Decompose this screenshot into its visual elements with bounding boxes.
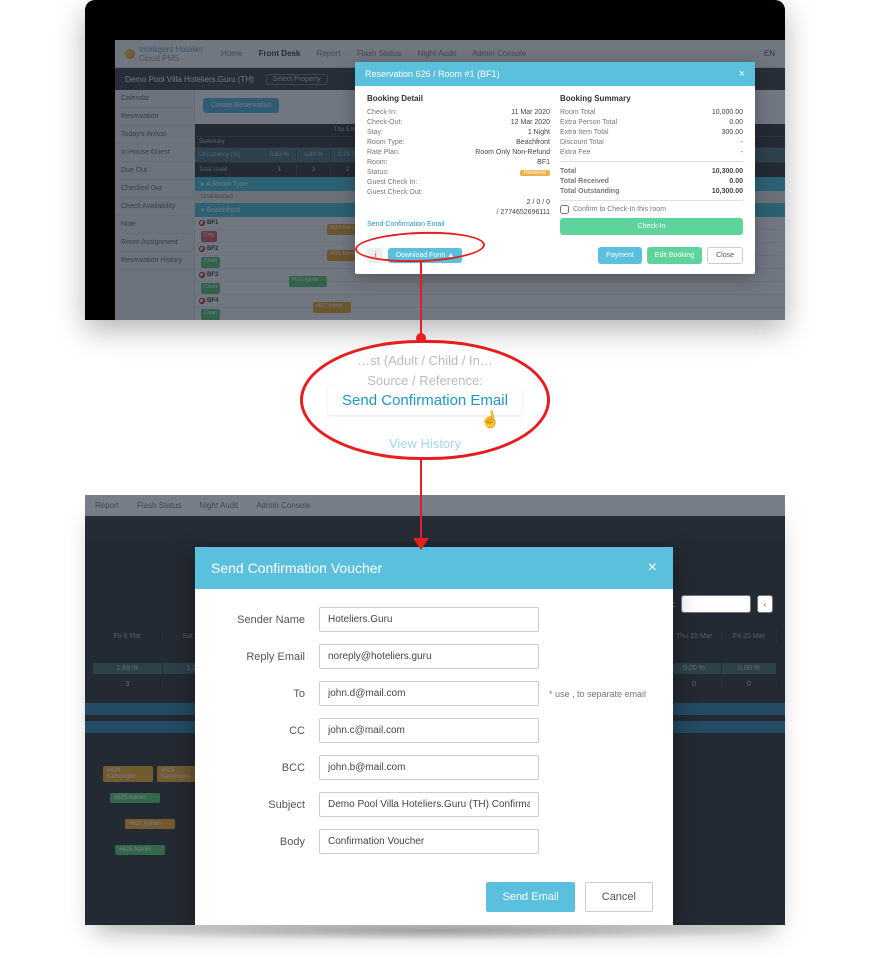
cc-input[interactable]	[319, 718, 539, 743]
separator-note: * use , to separate email	[549, 689, 646, 699]
cancel-button[interactable]: Cancel	[585, 882, 653, 912]
booking-summary-title: Booking Summary	[560, 94, 743, 103]
annotation-line	[420, 262, 422, 337]
top-screenshot-device: Intelligent Hotelier Cloud PMS Home Fron…	[85, 0, 785, 320]
edit-booking-button[interactable]: Edit Booking	[647, 247, 702, 264]
payment-button[interactable]: Payment	[598, 247, 642, 264]
date-nav: Date: ‹	[656, 595, 773, 613]
close-button[interactable]: Close	[707, 247, 743, 264]
body-label: Body	[219, 836, 319, 848]
close-icon[interactable]: ×	[739, 68, 745, 80]
close-icon[interactable]: ×	[648, 559, 657, 577]
send-confirmation-voucher-modal: Send Confirmation Voucher × Sender Name …	[195, 547, 673, 925]
send-confirmation-email-link[interactable]: Send Confirmation Email	[367, 217, 444, 232]
subject-label: Subject	[219, 799, 319, 811]
cc-label: CC	[219, 725, 319, 737]
body-input[interactable]	[319, 829, 539, 854]
callout-faded-text: …st (Adult / Child / In…	[357, 353, 493, 368]
bcc-label: BCC	[219, 762, 319, 774]
cursor-hand-icon: ☝	[478, 408, 501, 431]
checkin-button[interactable]: Check-In	[560, 218, 743, 235]
annotation-dot	[416, 333, 426, 343]
magnified-callout: …st (Adult / Child / In… Source / Refere…	[300, 340, 550, 460]
sender-label: Sender Name	[219, 614, 319, 626]
date-input[interactable]	[681, 595, 751, 613]
status-badge: Reserve	[520, 170, 550, 176]
reply-input[interactable]	[319, 644, 539, 669]
booking-detail-title: Booking Detail	[367, 94, 550, 103]
confirm-checkin-checkbox[interactable]	[560, 205, 569, 214]
reply-label: Reply Email	[219, 651, 319, 663]
sender-input[interactable]	[319, 607, 539, 632]
send-email-button[interactable]: Send Email	[486, 882, 574, 912]
annotation-line	[420, 460, 422, 540]
annotation-arrow-icon	[413, 538, 429, 550]
confirm-checkin-label: Confirm to Check-In this room	[573, 206, 666, 213]
subject-input[interactable]	[319, 792, 539, 817]
modal-title: Reservation 626 / Room #1 (BF1)	[365, 69, 500, 79]
to-input[interactable]	[319, 681, 539, 706]
callout-view-history[interactable]: View History	[389, 436, 461, 451]
date-prev-button[interactable]: ‹	[757, 595, 773, 613]
modal2-title: Send Confirmation Voucher	[211, 560, 382, 576]
bottom-screenshot: Report Flash Status Night Audit Admin Co…	[85, 495, 785, 925]
to-label: To	[219, 688, 319, 700]
bcc-input[interactable]	[319, 755, 539, 780]
modal-header: Reservation 626 / Room #1 (BF1) ×	[355, 62, 755, 86]
